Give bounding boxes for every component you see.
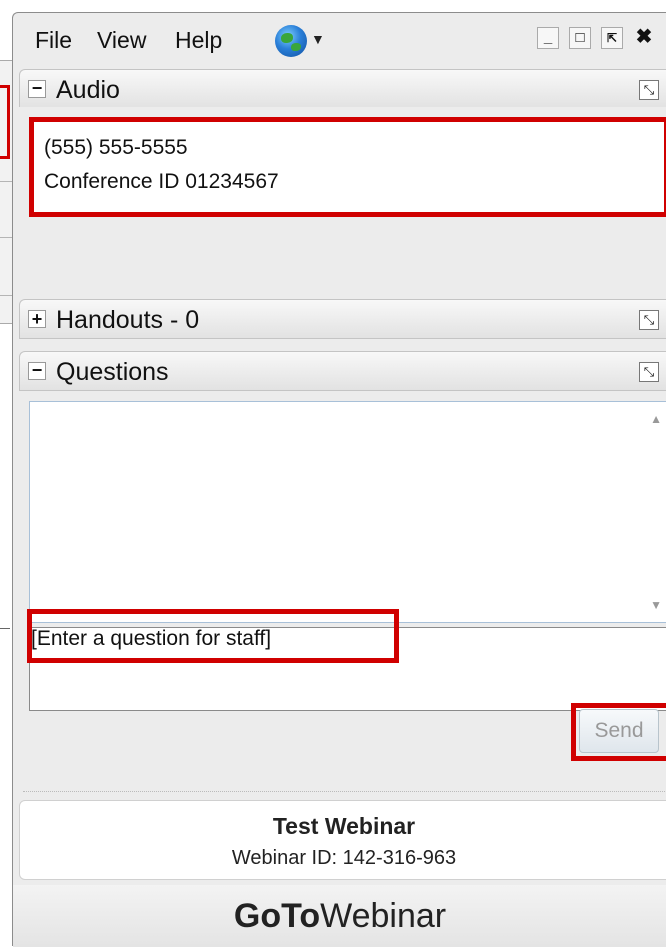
- questions-section-header[interactable]: − Questions ⤡: [19, 351, 666, 391]
- popout-icon[interactable]: ⤡: [639, 310, 659, 330]
- divider: [0, 295, 12, 296]
- divider: [0, 628, 10, 629]
- audio-info-box: (555) 555-5555 Conference ID 01234567: [29, 117, 666, 217]
- audio-section-header[interactable]: − Audio ⤡: [19, 69, 666, 109]
- globe-land: [281, 33, 293, 43]
- gotowebinar-logo: GoToWebinar: [13, 885, 666, 947]
- logo-part-goto: GoTo: [233, 897, 321, 935]
- highlight-box: [27, 609, 399, 663]
- collapse-icon[interactable]: −: [28, 79, 46, 98]
- scrollbar[interactable]: ▲ ▼: [644, 402, 666, 622]
- audio-phone-number: (555) 555-5555: [44, 136, 188, 159]
- webinar-id: Webinar ID: 142-316-963: [231, 847, 457, 869]
- expand-icon[interactable]: +: [28, 310, 46, 328]
- menu-bar: File View Help ▼ _ □ ⇱ ✖: [13, 13, 666, 67]
- popout-icon[interactable]: ⤡: [639, 80, 659, 100]
- webinar-name: Test Webinar: [272, 813, 416, 839]
- questions-section-title: Questions: [56, 358, 169, 386]
- logo-part-webinar: Webinar: [320, 897, 447, 935]
- highlight-box: [571, 703, 666, 761]
- divider: [23, 791, 666, 792]
- popout-icon[interactable]: ⇱: [601, 27, 623, 49]
- close-icon[interactable]: ✖: [633, 27, 655, 49]
- audio-section-title: Audio: [56, 76, 120, 104]
- questions-section-body: ▲ ▼ [Enter a question for staff] Send: [19, 391, 666, 801]
- chevron-down-icon[interactable]: ▼: [311, 31, 325, 47]
- highlight-box: [0, 85, 10, 159]
- globe-land: [291, 43, 301, 51]
- globe-icon[interactable]: [275, 25, 307, 57]
- menu-view[interactable]: View: [97, 27, 146, 54]
- audio-section-body: (555) 555-5555 Conference ID 01234567: [19, 107, 666, 297]
- maximize-icon[interactable]: □: [569, 27, 591, 49]
- audio-conference-id: Conference ID 01234567: [44, 170, 279, 193]
- questions-log[interactable]: ▲ ▼: [29, 401, 666, 623]
- scroll-down-icon[interactable]: ▼: [650, 598, 662, 612]
- collapse-icon[interactable]: −: [28, 361, 46, 380]
- scroll-up-icon[interactable]: ▲: [650, 412, 662, 426]
- divider: [0, 181, 12, 182]
- webinar-info: Test Webinar Webinar ID: 142-316-963: [19, 800, 666, 880]
- popout-icon[interactable]: ⤡: [639, 362, 659, 382]
- menu-file[interactable]: File: [35, 27, 72, 54]
- divider: [0, 237, 12, 238]
- minimize-icon[interactable]: _: [537, 27, 559, 49]
- handouts-section-header[interactable]: + Handouts - 0 ⤡: [19, 299, 666, 339]
- webinar-control-panel: File View Help ▼ _ □ ⇱ ✖ − Audio ⤡ (555)…: [12, 12, 666, 947]
- menu-help[interactable]: Help: [175, 27, 222, 54]
- handouts-section-title: Handouts - 0: [56, 306, 200, 334]
